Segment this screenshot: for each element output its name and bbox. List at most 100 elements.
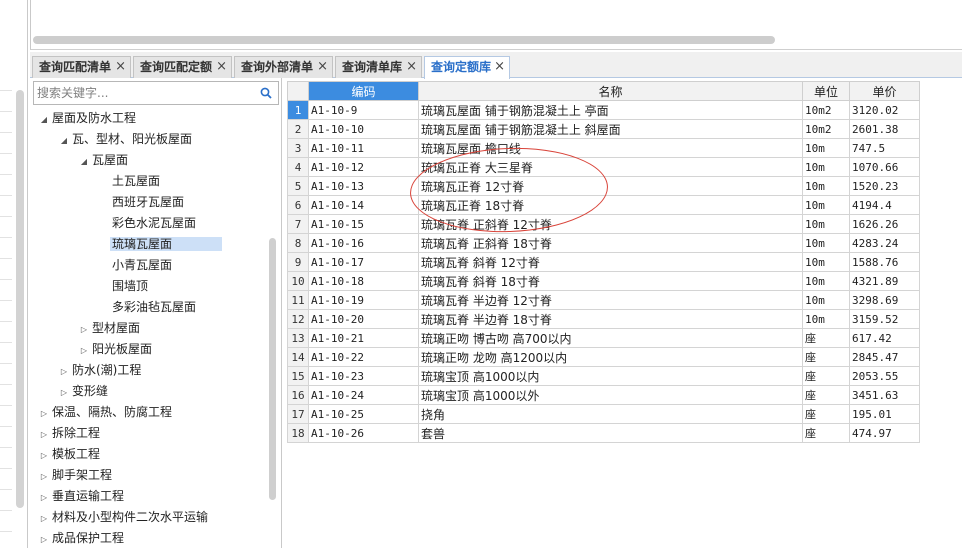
price-cell[interactable]: 3298.69 [849, 290, 920, 310]
row-index-cell[interactable]: 6 [287, 195, 309, 215]
collapsed-arrow-icon[interactable]: ▷ [38, 530, 50, 548]
unit-cell[interactable]: 座 [802, 385, 850, 405]
tab-1[interactable]: 查询匹配定额 × [133, 56, 232, 78]
expanded-arrow-icon[interactable]: ◢ [58, 131, 70, 151]
table-row[interactable]: 14 A1-10-22 琉璃正吻 龙吻 高1200以内座 2845.47 [287, 347, 920, 367]
code-cell[interactable]: A1-10-17 [308, 252, 419, 272]
collapsed-arrow-icon[interactable]: ▷ [38, 467, 50, 487]
tree-node[interactable]: ▷ 材料及小型构件二次水平运输 [38, 507, 210, 527]
price-cell[interactable]: 4194.4 [849, 195, 920, 215]
row-index-cell[interactable]: 11 [287, 290, 309, 310]
price-cell[interactable]: 1070.66 [849, 157, 920, 177]
expanded-arrow-icon[interactable]: ◢ [78, 152, 90, 172]
table-row[interactable]: 17 A1-10-25 挠角座 195.01 [287, 404, 920, 424]
table-row[interactable]: 9 A1-10-17 琉璃瓦脊 斜脊 12寸脊 10m 1588.76 [287, 252, 920, 272]
code-cell[interactable]: A1-10-12 [308, 157, 419, 177]
tab-close-icon[interactable]: × [317, 57, 328, 77]
tree-node[interactable]: 西班牙瓦屋面 [98, 192, 186, 212]
row-index-cell[interactable]: 1 [287, 100, 309, 120]
row-index-cell[interactable]: 18 [287, 423, 309, 443]
code-cell[interactable]: A1-10-20 [308, 309, 419, 329]
collapsed-arrow-icon[interactable]: ▷ [38, 425, 50, 445]
code-cell[interactable]: A1-10-9 [308, 100, 419, 120]
tree-node[interactable]: ◢ 瓦、型材、阳光板屋面 [58, 129, 194, 149]
tree-node[interactable]: ▷ 型材屋面 [78, 318, 142, 338]
tree-node[interactable]: ▷ 脚手架工程 [38, 465, 114, 485]
collapsed-arrow-icon[interactable]: ▷ [38, 488, 50, 508]
tree-node[interactable]: 土瓦屋面 [98, 171, 162, 191]
name-cell[interactable]: 琉璃宝顶 高1000以外 [418, 385, 803, 405]
unit-cell[interactable]: 座 [802, 404, 850, 424]
unit-cell[interactable]: 10m [802, 195, 850, 215]
price-cell[interactable]: 2845.47 [849, 347, 920, 367]
tab-close-icon[interactable]: × [216, 57, 227, 77]
name-cell[interactable]: 琉璃正吻 博古吻 高700以内 [418, 328, 803, 348]
row-index-cell[interactable]: 9 [287, 252, 309, 272]
code-cell[interactable]: A1-10-16 [308, 233, 419, 253]
unit-cell[interactable]: 10m2 [802, 119, 850, 139]
collapsed-arrow-icon[interactable]: ▷ [38, 404, 50, 424]
table-row[interactable]: 4 A1-10-12 琉璃瓦正脊 大三星脊 10m 1070.66 [287, 157, 920, 177]
name-cell[interactable]: 琉璃宝顶 高1000以内 [418, 366, 803, 386]
code-cell[interactable]: A1-10-14 [308, 195, 419, 215]
table-row[interactable]: 16 A1-10-24 琉璃宝顶 高1000以外座 3451.63 [287, 385, 920, 405]
unit-cell[interactable]: 座 [802, 328, 850, 348]
column-header-unit[interactable]: 单位 [802, 81, 850, 101]
collapsed-arrow-icon[interactable]: ▷ [58, 362, 70, 382]
unit-cell[interactable]: 座 [802, 423, 850, 443]
price-cell[interactable]: 1520.23 [849, 176, 920, 196]
tree-node[interactable]: ▷ 保温、隔热、防腐工程 [38, 402, 174, 422]
row-index-cell[interactable]: 4 [287, 157, 309, 177]
price-cell[interactable]: 3159.52 [849, 309, 920, 329]
unit-cell[interactable]: 10m [802, 176, 850, 196]
tree-node[interactable]: 彩色水泥瓦屋面 [98, 213, 198, 233]
tree-node[interactable]: ▷ 垂直运输工程 [38, 486, 126, 506]
tree-scrollbar[interactable] [269, 238, 276, 500]
row-index-cell[interactable]: 15 [287, 366, 309, 386]
collapsed-arrow-icon[interactable]: ▷ [38, 509, 50, 529]
table-row[interactable]: 13 A1-10-21 琉璃正吻 博古吻 高700以内座 617.42 [287, 328, 920, 348]
tree-node[interactable]: ▷ 成品保护工程 [38, 528, 126, 548]
column-header-price[interactable]: 单价 [849, 81, 920, 101]
tree-node[interactable]: ▷ 阳光板屋面 [78, 339, 154, 359]
table-row[interactable]: 18 A1-10-26 套兽座 474.97 [287, 423, 920, 443]
row-index-cell[interactable]: 17 [287, 404, 309, 424]
price-cell[interactable]: 4321.89 [849, 271, 920, 291]
table-row[interactable]: 5 A1-10-13 琉璃瓦正脊 12寸脊 10m 1520.23 [287, 176, 920, 196]
code-cell[interactable]: A1-10-13 [308, 176, 419, 196]
table-row[interactable]: 7 A1-10-15 琉璃瓦脊 正斜脊 12寸脊 10m 1626.26 [287, 214, 920, 234]
name-cell[interactable]: 琉璃瓦脊 半边脊 12寸脊 [418, 290, 803, 310]
name-cell[interactable]: 套兽 [418, 423, 803, 443]
tree-node[interactable]: ▷ 变形缝 [58, 381, 110, 401]
code-cell[interactable]: A1-10-15 [308, 214, 419, 234]
row-index-cell[interactable]: 8 [287, 233, 309, 253]
unit-cell[interactable]: 10m [802, 214, 850, 234]
tab-close-icon[interactable]: × [494, 57, 505, 77]
name-cell[interactable]: 琉璃瓦屋面 檐口线 [418, 138, 803, 158]
price-cell[interactable]: 2053.55 [849, 366, 920, 386]
expanded-arrow-icon[interactable]: ◢ [38, 110, 50, 130]
collapsed-arrow-icon[interactable]: ▷ [38, 446, 50, 466]
column-header-name[interactable]: 名称 [418, 81, 803, 101]
unit-cell[interactable]: 10m [802, 138, 850, 158]
name-cell[interactable]: 琉璃瓦正脊 18寸脊 [418, 195, 803, 215]
name-cell[interactable]: 琉璃瓦屋面 铺于钢筋混凝土上 斜屋面 [418, 119, 803, 139]
table-row[interactable]: 6 A1-10-14 琉璃瓦正脊 18寸脊 10m 4194.4 [287, 195, 920, 215]
code-cell[interactable]: A1-10-19 [308, 290, 419, 310]
row-index-cell[interactable]: 3 [287, 138, 309, 158]
tree-node[interactable]: ▷ 模板工程 [38, 444, 102, 464]
code-cell[interactable]: A1-10-25 [308, 404, 419, 424]
unit-cell[interactable]: 10m [802, 271, 850, 291]
name-cell[interactable]: 琉璃瓦正脊 大三星脊 [418, 157, 803, 177]
collapsed-arrow-icon[interactable]: ▷ [58, 383, 70, 403]
code-cell[interactable]: A1-10-22 [308, 347, 419, 367]
row-index-cell[interactable]: 10 [287, 271, 309, 291]
code-cell[interactable]: A1-10-21 [308, 328, 419, 348]
unit-cell[interactable]: 10m [802, 309, 850, 329]
row-index-cell[interactable]: 5 [287, 176, 309, 196]
tree-node[interactable]: ▷ 防水(潮)工程 [58, 360, 143, 380]
table-row[interactable]: 8 A1-10-16 琉璃瓦脊 正斜脊 18寸脊 10m 4283.24 [287, 233, 920, 253]
table-row[interactable]: 2 A1-10-10 琉璃瓦屋面 铺于钢筋混凝土上 斜屋面 10m2 2601.38 [287, 119, 920, 139]
table-row[interactable]: 3 A1-10-11 琉璃瓦屋面 檐口线 10m 747.5 [287, 138, 920, 158]
name-cell[interactable]: 琉璃瓦正脊 12寸脊 [418, 176, 803, 196]
